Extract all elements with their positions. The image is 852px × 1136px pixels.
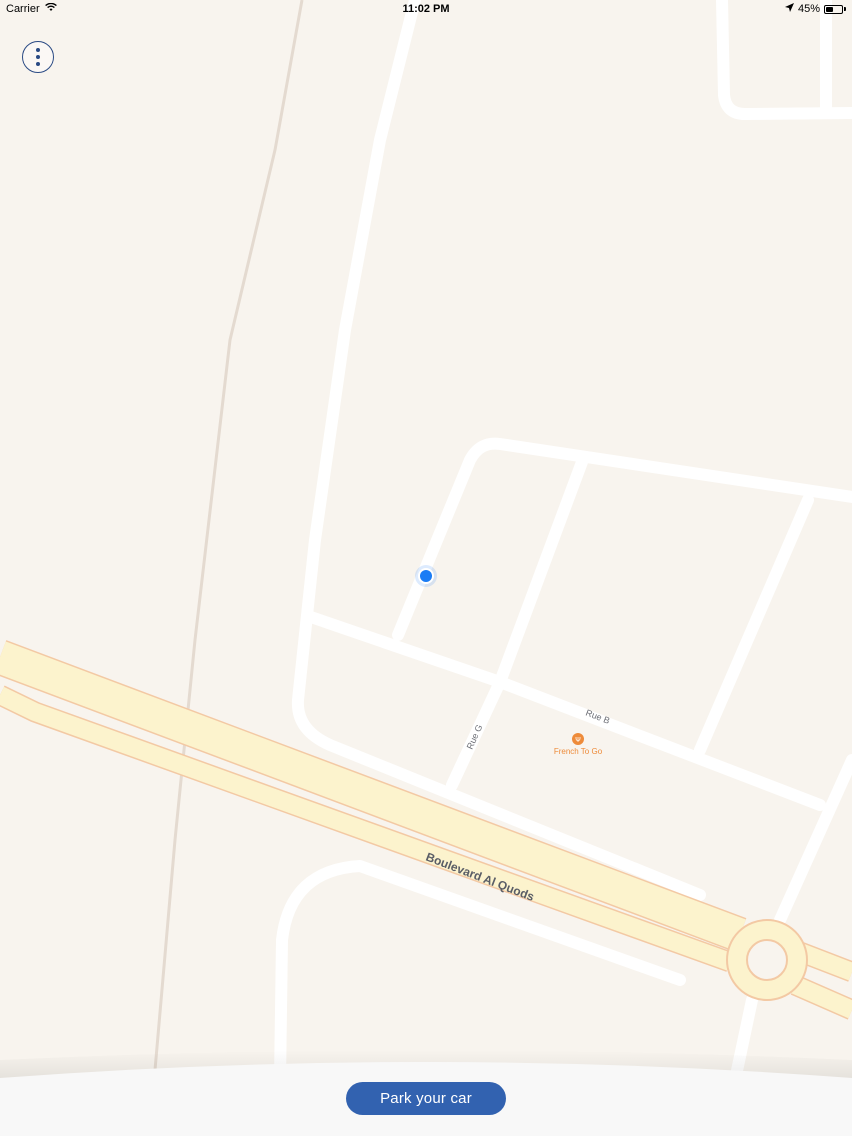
clock: 11:02 PM xyxy=(402,3,450,15)
poi-label: French To Go xyxy=(554,747,603,756)
status-bar: Carrier 11:02 PM 45% xyxy=(0,0,852,18)
more-options-button[interactable] xyxy=(22,41,54,73)
more-vertical-icon xyxy=(36,48,40,52)
map-view[interactable]: Boulevard Al Quods Rue B Rue G Ψ French … xyxy=(0,0,852,1136)
battery-icon xyxy=(824,4,843,14)
user-location-dot xyxy=(415,565,437,587)
svg-text:Ψ: Ψ xyxy=(575,736,581,744)
battery-percent: 45% xyxy=(797,3,820,15)
location-arrow-icon xyxy=(784,3,794,15)
park-your-car-button[interactable]: Park your car xyxy=(346,1082,506,1115)
